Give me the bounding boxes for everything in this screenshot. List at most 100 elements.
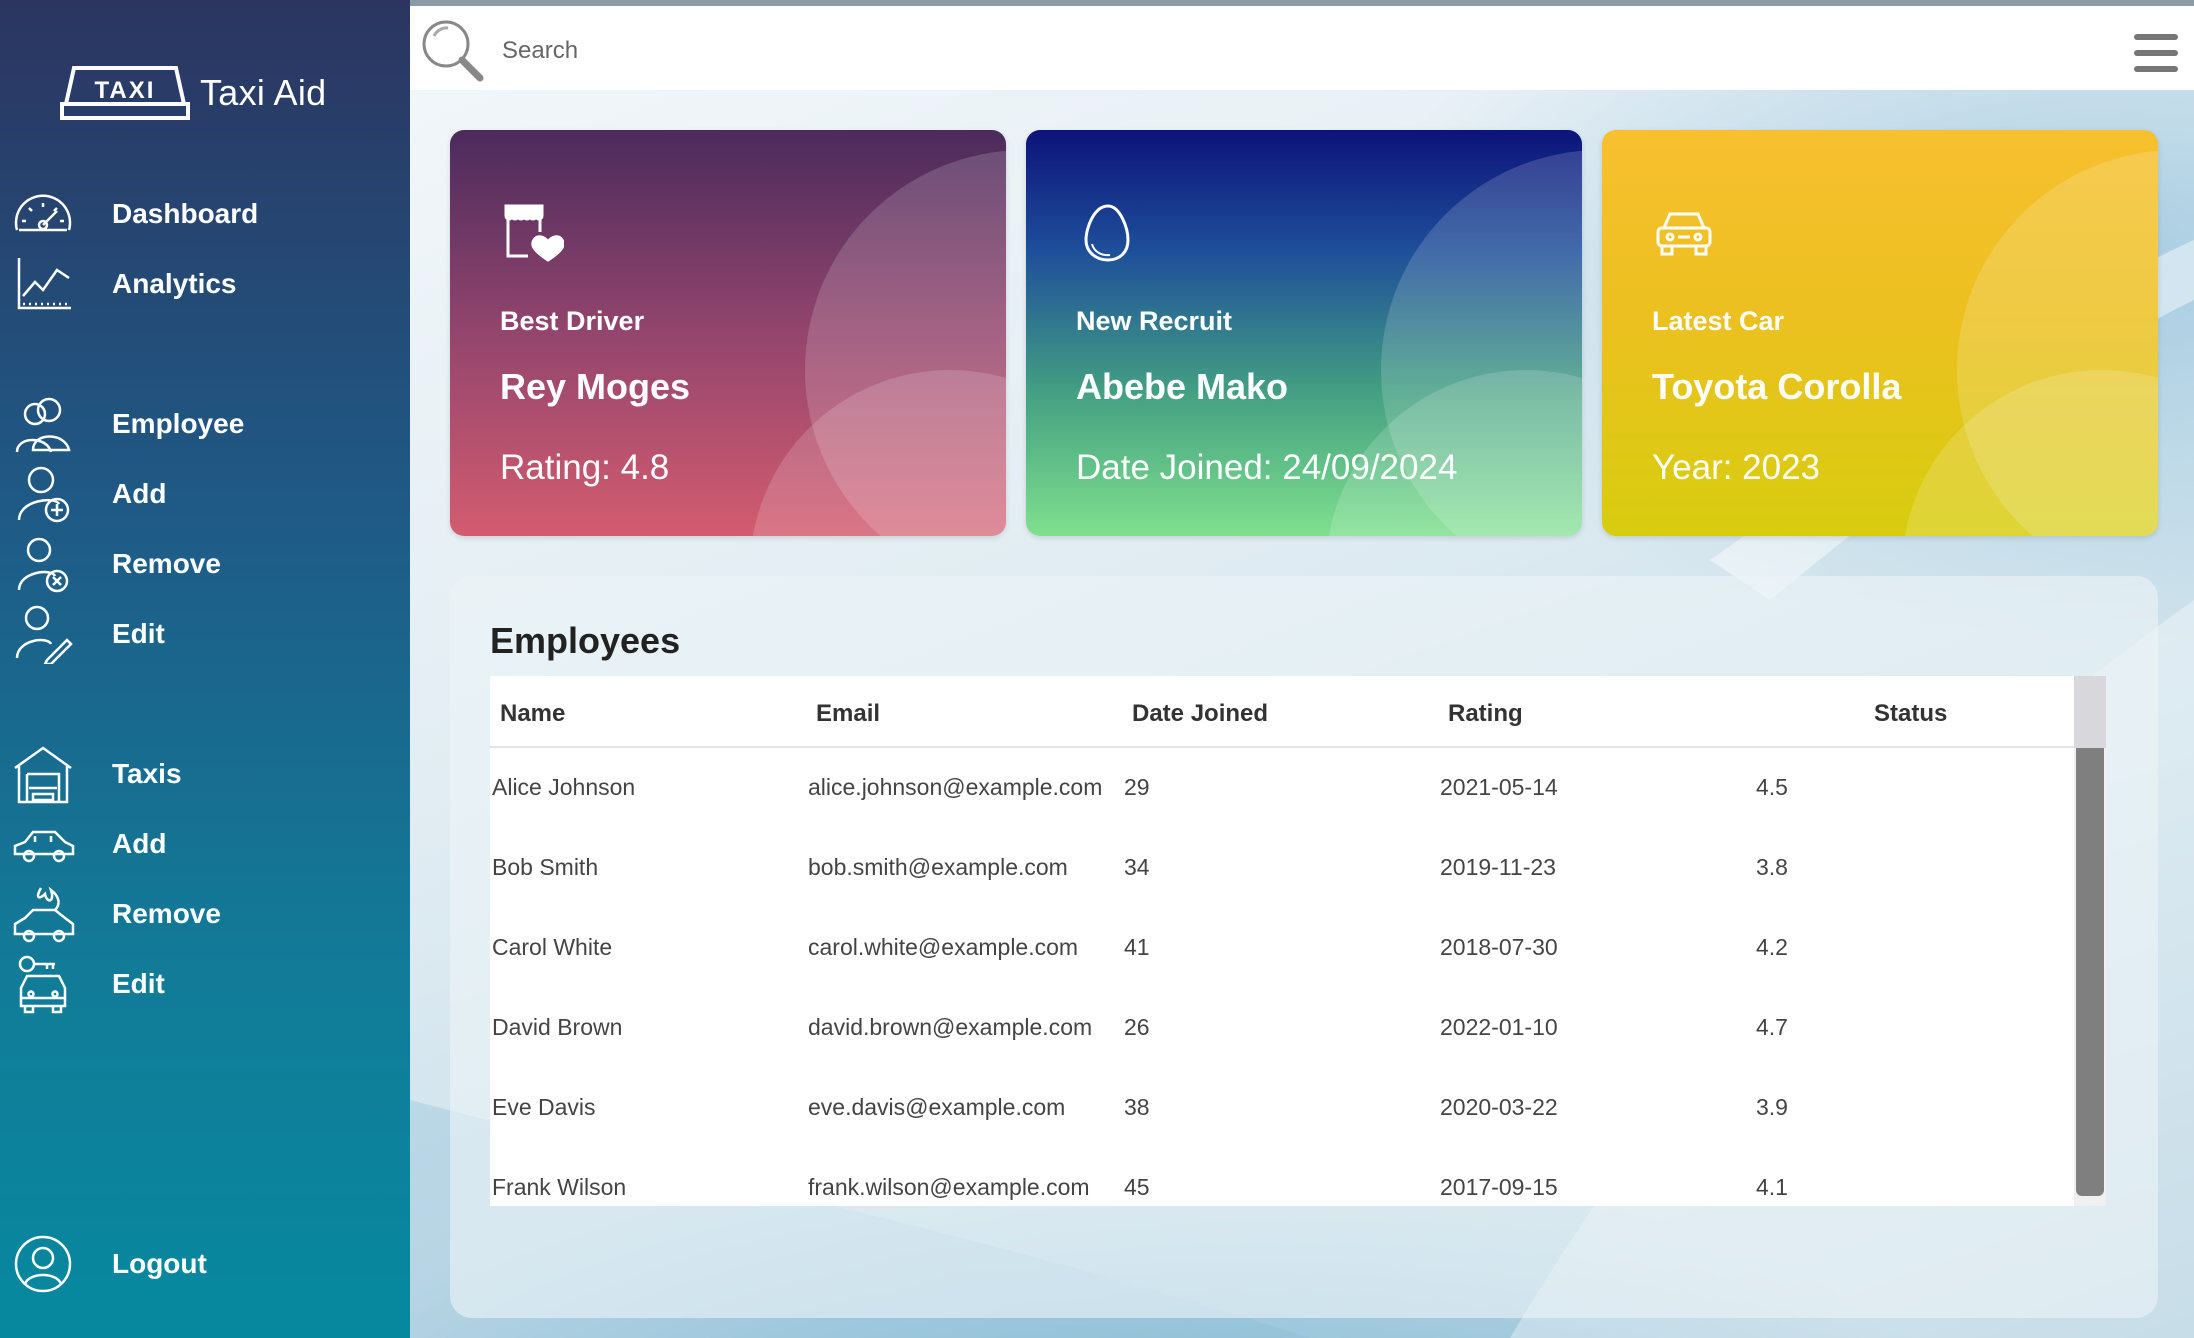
- table-row[interactable]: Frank Wilson frank.wilson@example.com 45…: [490, 1148, 2076, 1206]
- table-row[interactable]: David Brown david.brown@example.com 26 2…: [490, 988, 2076, 1068]
- sidebar-item-label: Add: [112, 478, 167, 509]
- card-decoration: [750, 370, 1006, 536]
- cell-status: 4.2: [1756, 934, 1788, 960]
- table-row[interactable]: Eve Davis eve.davis@example.com 38 2020-…: [490, 1068, 2076, 1148]
- store-heart-icon: [504, 204, 564, 262]
- sidebar-item-employee-remove[interactable]: Remove: [10, 532, 400, 596]
- cell-date-joined: 29: [1124, 774, 1150, 800]
- table-scrollbar[interactable]: [2074, 676, 2106, 1206]
- sidebar-item-employee-add[interactable]: Add: [10, 462, 400, 526]
- taxi-logo-icon: TAXI: [60, 66, 190, 120]
- employees-panel: Employees Name Email Date Joined Rating …: [450, 576, 2158, 1318]
- column-header-email[interactable]: Email: [816, 700, 880, 728]
- scrollbar-track: [2074, 676, 2106, 748]
- sidebar-item-label: Taxis: [112, 758, 182, 789]
- sidebar-item-employee-edit[interactable]: Edit: [10, 602, 400, 666]
- card-meta: Rating: 4.8: [500, 448, 670, 487]
- app-name: Taxi Aid: [200, 72, 327, 113]
- cell-rating: 2020-03-22: [1440, 1094, 1558, 1120]
- cell-name: Alice Johnson: [492, 774, 636, 800]
- card-name: Toyota Corolla: [1652, 366, 1902, 407]
- cell-rating: 2021-05-14: [1440, 774, 1558, 800]
- card-decoration: [1902, 370, 2158, 536]
- cell-name: Frank Wilson: [492, 1174, 627, 1200]
- garage-icon: [10, 742, 76, 806]
- card-title: New Recruit: [1076, 306, 1233, 336]
- cell-date-joined: 41: [1124, 934, 1150, 960]
- menu-icon[interactable]: [2132, 32, 2180, 74]
- employees-table: Name Email Date Joined Rating Status Ali…: [490, 676, 2106, 1206]
- cell-rating: 2022-01-10: [1440, 1014, 1558, 1040]
- table-row[interactable]: Alice Johnson alice.johnson@example.com …: [490, 748, 2076, 828]
- sidebar: TAXI Taxi Aid Dashboard Analytics Employ…: [0, 0, 410, 1338]
- user-plus-icon: [10, 462, 76, 526]
- user-remove-icon: [10, 532, 76, 596]
- cell-status: 4.5: [1756, 774, 1788, 800]
- scrollbar-thumb[interactable]: [2076, 748, 2104, 1196]
- user-edit-icon: [10, 602, 76, 666]
- cell-date-joined: 34: [1124, 854, 1150, 880]
- card-meta: Year: 2023: [1652, 448, 1821, 487]
- main-content: Best Driver Rey Moges Rating: 4.8 New Re…: [410, 0, 2194, 1338]
- cell-name: Bob Smith: [492, 854, 599, 880]
- sidebar-item-label: Add: [112, 828, 167, 859]
- column-header-status[interactable]: Status: [1874, 700, 1947, 728]
- column-header-date-joined[interactable]: Date Joined: [1132, 700, 1268, 728]
- cell-date-joined: 45: [1124, 1174, 1150, 1200]
- table-row[interactable]: Carol White carol.white@example.com 41 2…: [490, 908, 2076, 988]
- sidebar-item-label: Edit: [112, 968, 165, 999]
- cell-email: frank.wilson@example.com: [808, 1174, 1090, 1200]
- sidebar-item-label: Remove: [112, 898, 221, 929]
- cell-status: 4.7: [1756, 1014, 1788, 1040]
- cell-status: 3.9: [1756, 1094, 1788, 1120]
- cell-rating: 2018-07-30: [1440, 934, 1558, 960]
- table-header: Name Email Date Joined Rating Status: [490, 676, 2076, 748]
- car-icon: [10, 812, 76, 876]
- card-name: Abebe Mako: [1076, 366, 1289, 407]
- sidebar-item-employee[interactable]: Employee: [10, 392, 400, 456]
- cell-rating: 2019-11-23: [1440, 854, 1556, 880]
- cell-status: 4.1: [1756, 1174, 1788, 1200]
- line-chart-icon: [10, 252, 76, 316]
- card-title: Best Driver: [500, 306, 645, 336]
- latest-car-card[interactable]: Latest Car Toyota Corolla Year: 2023: [1602, 130, 2158, 536]
- cell-email: bob.smith@example.com: [808, 854, 1068, 880]
- sidebar-item-taxi-remove[interactable]: Remove: [10, 882, 400, 946]
- sidebar-item-taxis[interactable]: Taxis: [10, 742, 400, 806]
- card-meta: Date Joined: 24/09/2024: [1076, 448, 1458, 487]
- best-driver-card[interactable]: Best Driver Rey Moges Rating: 4.8: [450, 130, 1006, 536]
- top-bar: [410, 0, 2194, 90]
- sidebar-item-taxi-add[interactable]: Add: [10, 812, 400, 876]
- column-header-rating[interactable]: Rating: [1448, 700, 1523, 728]
- car-fire-icon: [10, 882, 76, 946]
- cell-rating: 2017-09-15: [1440, 1174, 1558, 1200]
- cell-name: Eve Davis: [492, 1094, 596, 1120]
- car-key-icon: [10, 952, 76, 1016]
- sidebar-item-label: Dashboard: [112, 198, 259, 229]
- sidebar-item-analytics[interactable]: Analytics: [10, 252, 400, 316]
- card-title: Latest Car: [1652, 306, 1785, 336]
- sidebar-item-label: Employee: [112, 408, 245, 439]
- egg-icon: [1084, 204, 1130, 262]
- brand[interactable]: TAXI Taxi Aid: [60, 60, 326, 126]
- table-row[interactable]: Bob Smith bob.smith@example.com 34 2019-…: [490, 828, 2076, 908]
- cell-email: david.brown@example.com: [808, 1014, 1093, 1040]
- sidebar-item-logout[interactable]: Logout: [10, 1232, 400, 1296]
- cell-email: carol.white@example.com: [808, 934, 1079, 960]
- user-circle-icon: [10, 1232, 76, 1296]
- column-header-name[interactable]: Name: [500, 700, 565, 728]
- new-recruit-card[interactable]: New Recruit Abebe Mako Date Joined: 24/0…: [1026, 130, 1582, 536]
- sidebar-item-dashboard[interactable]: Dashboard: [10, 182, 400, 246]
- speedometer-icon: [10, 182, 76, 246]
- employees-title: Employees: [490, 620, 681, 661]
- search-input[interactable]: [500, 28, 1104, 74]
- sidebar-item-taxi-edit[interactable]: Edit: [10, 952, 400, 1016]
- search-icon[interactable]: [418, 16, 490, 88]
- cell-email: alice.johnson@example.com: [808, 774, 1103, 800]
- sidebar-item-label: Logout: [112, 1248, 207, 1279]
- sidebar-item-label: Remove: [112, 548, 221, 579]
- cell-date-joined: 38: [1124, 1094, 1150, 1120]
- cell-status: 3.8: [1756, 854, 1788, 880]
- cell-date-joined: 26: [1124, 1014, 1150, 1040]
- sidebar-item-label: Edit: [112, 618, 165, 649]
